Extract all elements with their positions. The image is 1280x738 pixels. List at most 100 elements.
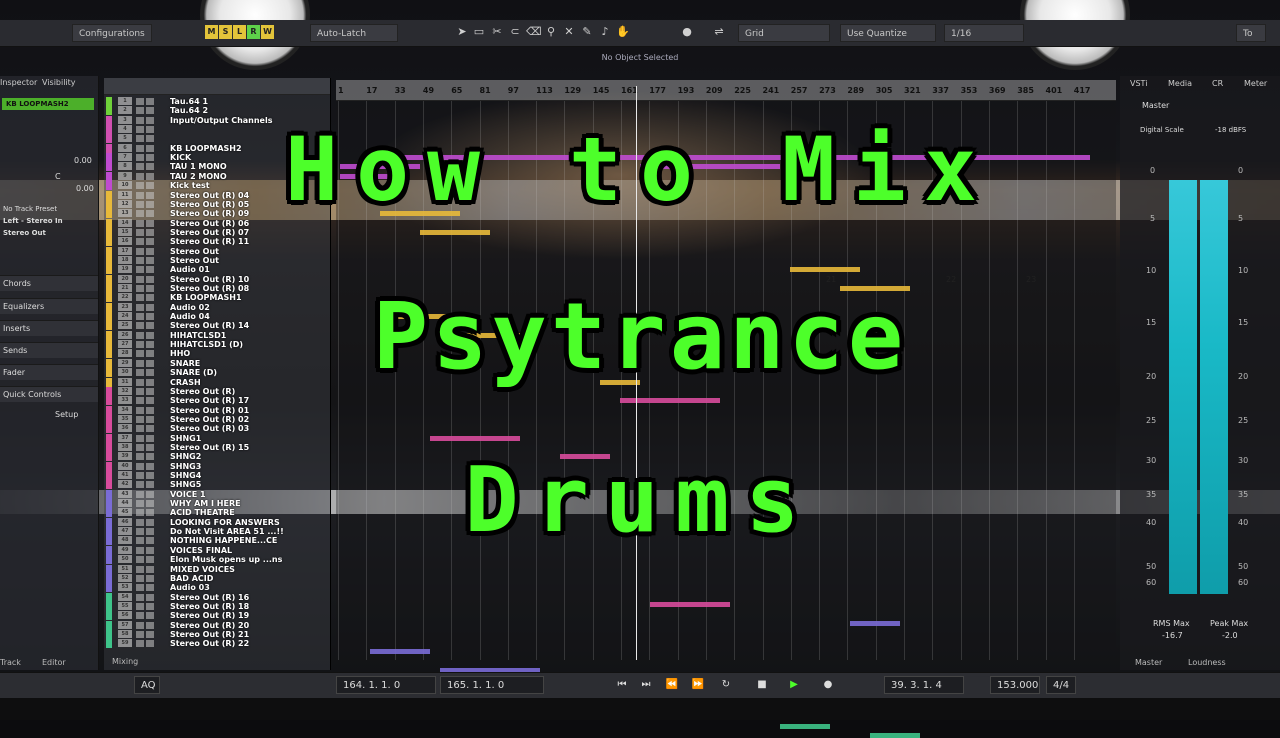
tab-master[interactable]: Master — [1135, 658, 1162, 667]
tab-visibility[interactable]: Visibility — [42, 78, 76, 87]
track-row[interactable]: 51 MIXED VOICES — [106, 564, 328, 574]
track-row[interactable]: 18 Stereo Out — [106, 255, 328, 265]
listen-button[interactable]: L — [233, 25, 246, 39]
glue-tool-icon[interactable]: ⊂ — [508, 25, 522, 39]
mute-toggle[interactable] — [136, 612, 144, 620]
color-tool-icon[interactable]: ● — [680, 25, 694, 39]
meter-channel[interactable]: Master — [1142, 101, 1169, 110]
mute-toggle[interactable] — [136, 630, 144, 638]
solo-toggle[interactable] — [146, 630, 154, 638]
toolbar-right-label[interactable]: To — [1236, 24, 1266, 42]
mute-toggle[interactable] — [136, 574, 144, 582]
event-part[interactable] — [780, 723, 830, 729]
solo-toggle[interactable] — [146, 602, 154, 610]
track-row[interactable]: 37 SHNG1 — [106, 433, 328, 443]
track-row[interactable]: 19 Audio 01 — [106, 265, 328, 275]
track-row[interactable]: 56 Stereo Out (R) 19 — [106, 611, 328, 621]
snap-icon[interactable]: ⇌ — [712, 25, 726, 39]
mute-toggle[interactable] — [136, 584, 144, 592]
solo-toggle[interactable] — [146, 266, 154, 274]
split-tool-icon[interactable]: ✂ — [490, 25, 504, 39]
event-part[interactable] — [420, 229, 490, 235]
hand-tool-icon[interactable]: ✋ — [616, 25, 630, 39]
mute-toggle[interactable] — [136, 425, 144, 433]
track-row[interactable]: 2 Tau.64 2 — [106, 106, 328, 116]
mute-toggle[interactable] — [136, 593, 144, 601]
event-part[interactable] — [790, 267, 860, 273]
solo-toggle[interactable] — [146, 425, 154, 433]
quantize-value-dropdown[interactable]: 1/16 — [944, 24, 1024, 42]
mute-toggle[interactable] — [136, 256, 144, 264]
record-icon[interactable]: ● — [818, 677, 838, 693]
track-row[interactable]: 52 BAD ACID — [106, 573, 328, 583]
track-row[interactable]: 54 Stereo Out (R) 16 — [106, 592, 328, 602]
mute-toggle[interactable] — [136, 565, 144, 573]
solo-toggle[interactable] — [146, 434, 154, 442]
stop-icon[interactable]: ■ — [752, 677, 772, 693]
mute-toggle[interactable] — [136, 602, 144, 610]
mute-toggle[interactable] — [136, 107, 144, 115]
solo-toggle[interactable] — [146, 247, 154, 255]
track-row[interactable]: 59 Stereo Out (R) 22 — [106, 639, 328, 649]
tab-meter[interactable]: Meter — [1244, 79, 1267, 88]
mute-toggle[interactable] — [136, 219, 144, 227]
solo-toggle[interactable] — [146, 397, 154, 405]
event-part[interactable] — [430, 435, 520, 441]
tab-media[interactable]: Media — [1168, 79, 1192, 88]
mute-toggle[interactable] — [136, 556, 144, 564]
tab-inspector[interactable]: Inspector — [0, 78, 37, 87]
track-row[interactable]: 34 Stereo Out (R) 01 — [106, 405, 328, 415]
mute-toggle[interactable] — [136, 621, 144, 629]
solo-toggle[interactable] — [146, 415, 154, 423]
tab-vsti[interactable]: VSTi — [1130, 79, 1147, 88]
pointer-tool-icon[interactable]: ➤ — [455, 25, 469, 39]
track-row[interactable]: 50 Elon Musk opens up ...ns — [106, 555, 328, 565]
track-row[interactable]: 53 Audio 03 — [106, 583, 328, 593]
zoom-tool-icon[interactable]: ⚲ — [544, 25, 558, 39]
solo-toggle[interactable] — [146, 98, 154, 105]
solo-toggle[interactable] — [146, 612, 154, 620]
setup-button[interactable]: Setup — [55, 410, 78, 419]
event-part[interactable] — [370, 649, 430, 655]
tab-loudness[interactable]: Loudness — [1188, 658, 1226, 667]
draw-tool-icon[interactable]: ✎ — [580, 25, 594, 39]
erase-tool-icon[interactable]: ⌫ — [526, 25, 542, 39]
go-to-end-icon[interactable]: ⏭ — [636, 677, 656, 693]
automation-mode-dropdown[interactable]: Auto-Latch — [310, 24, 398, 42]
go-to-start-icon[interactable]: ⏮ — [612, 677, 632, 693]
range-tool-icon[interactable]: ▭ — [472, 25, 486, 39]
mute-toggle[interactable] — [136, 415, 144, 423]
track-row[interactable]: 17 Stereo Out — [106, 246, 328, 256]
left-locator[interactable]: 164. 1. 1. 0 — [336, 676, 436, 694]
track-row[interactable]: 36 Stereo Out (R) 03 — [106, 424, 328, 434]
tab-track[interactable]: Track — [0, 658, 21, 667]
mute-tool-icon[interactable]: ✕ — [562, 25, 576, 39]
signature-display[interactable]: 4/4 — [1046, 676, 1076, 694]
solo-toggle[interactable] — [146, 574, 154, 582]
forward-icon[interactable]: ⏩ — [688, 677, 708, 693]
solo-toggle[interactable] — [146, 406, 154, 414]
solo-toggle[interactable] — [146, 107, 154, 115]
event-part[interactable] — [870, 733, 920, 738]
write-button[interactable]: W — [261, 25, 274, 39]
tab-editor[interactable]: Editor — [42, 658, 66, 667]
solo-toggle[interactable] — [146, 556, 154, 564]
mute-toggle[interactable] — [136, 238, 144, 246]
track-row[interactable]: 1 Tau.64 1 — [106, 97, 328, 106]
mute-toggle[interactable] — [136, 98, 144, 105]
solo-all-button[interactable]: S — [219, 25, 232, 39]
mute-toggle[interactable] — [136, 640, 144, 648]
position-display[interactable]: 39. 3. 1. 4 — [884, 676, 964, 694]
output-routing[interactable]: Stereo Out — [3, 229, 46, 237]
solo-toggle[interactable] — [146, 219, 154, 227]
play-icon[interactable]: ▶ — [784, 677, 804, 693]
mute-toggle[interactable] — [136, 228, 144, 236]
mute-toggle[interactable] — [136, 266, 144, 274]
track-row[interactable]: 57 Stereo Out (R) 20 — [106, 620, 328, 630]
solo-toggle[interactable] — [146, 621, 154, 629]
track-row[interactable]: 16 Stereo Out (R) 11 — [106, 237, 328, 247]
solo-toggle[interactable] — [146, 238, 154, 246]
solo-toggle[interactable] — [146, 640, 154, 648]
solo-toggle[interactable] — [146, 228, 154, 236]
cycle-icon[interactable]: ↻ — [716, 677, 736, 693]
